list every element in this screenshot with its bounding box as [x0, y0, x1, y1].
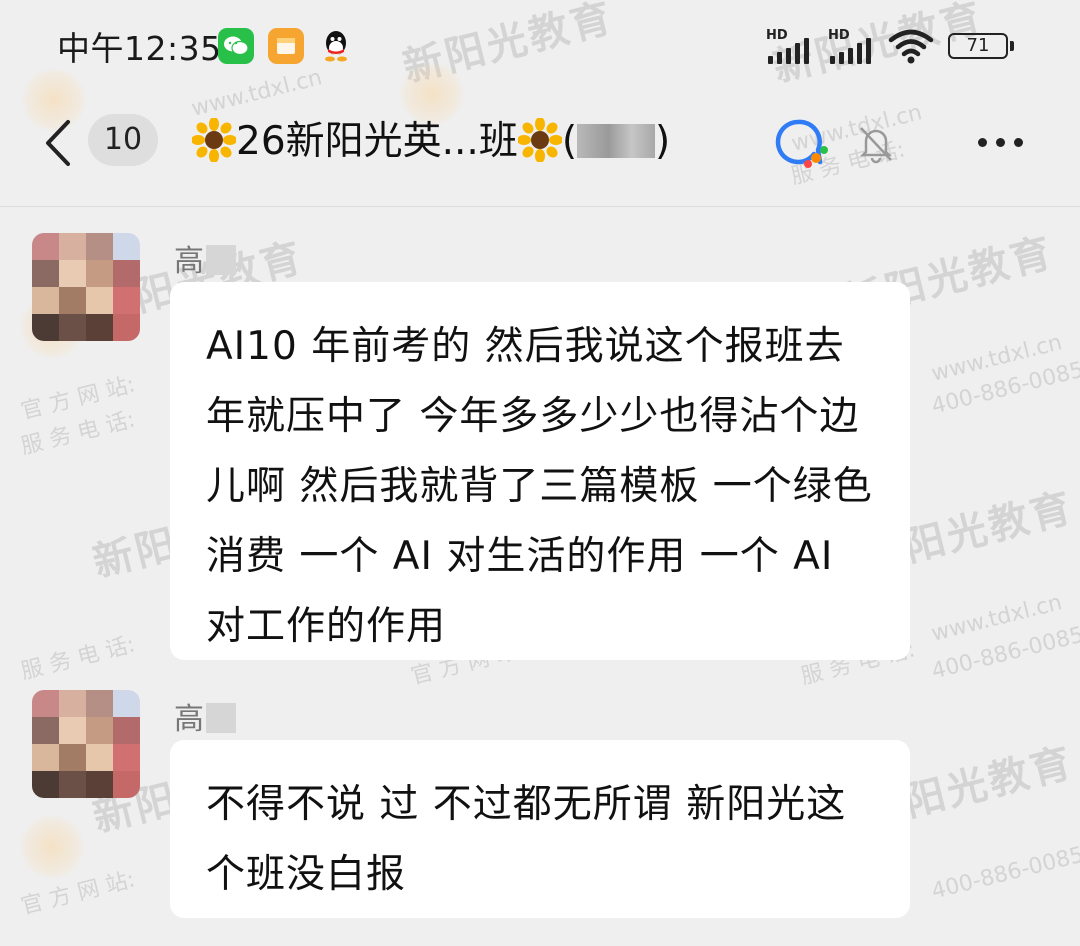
wechat-icon [218, 28, 254, 64]
sender-name: 高 [174, 236, 236, 280]
status-bar: 中午12:35 HD HD 71 [0, 0, 1080, 96]
message-bubble[interactable]: AI10 年前考的 然后我说这个报班去年就压中了 今年多多少少也得沾个边儿啊 然… [170, 282, 910, 660]
member-count-open: ( [561, 119, 578, 164]
message-bubble[interactable]: 不得不说 过 不过都无所谓 新阳光这个班没白报 [170, 740, 910, 918]
watermark-phone: 400-886-0085 [929, 357, 1080, 420]
watermark-phone: 400-886-0085 [929, 842, 1080, 905]
battery-indicator: 71 [948, 33, 1014, 59]
more-options-button[interactable] [978, 122, 1038, 162]
watermark-site: www.tdxl.cn [928, 330, 1065, 387]
watermark-phone-label: 服 务 电 话: [18, 407, 138, 460]
chat-header: 10 26新阳光英...班 () [0, 96, 1080, 207]
chat-title-text: 26新阳光英...班 [236, 119, 518, 164]
sunflower-icon [516, 117, 563, 163]
watermark-logo [20, 815, 84, 879]
wifi-icon [888, 26, 934, 70]
qq-icon [318, 28, 354, 64]
watermark-site: www.tdxl.cn [928, 590, 1065, 647]
notes-icon [268, 28, 304, 64]
sender-name: 高 [174, 694, 236, 738]
sunflower-icon [191, 117, 237, 163]
back-button[interactable] [38, 118, 82, 168]
unread-count-badge[interactable]: 10 [88, 114, 158, 166]
member-count-close: ) [655, 119, 671, 164]
message-text: AI10 年前考的 然后我说这个报班去年就压中了 今年多多少少也得沾个边儿啊 然… [206, 324, 873, 649]
watermark-site-label: 官 方 网 站: [18, 372, 138, 425]
watermark-phone: 400-886-0085 [929, 622, 1080, 685]
avatar[interactable] [32, 690, 140, 798]
watermark-phone-label: 服 务 电 话: [18, 632, 138, 685]
blurred-member-count [577, 124, 656, 158]
chat-title: 26新阳光英...班 () [191, 110, 671, 166]
message-text: 不得不说 过 不过都无所谓 新阳光这个班没白报 [206, 782, 847, 897]
status-time: 中午12:35 [57, 29, 222, 68]
mute-bell-icon[interactable] [858, 124, 894, 168]
avatar[interactable] [32, 233, 140, 341]
group-chat-badge-icon [770, 116, 832, 176]
